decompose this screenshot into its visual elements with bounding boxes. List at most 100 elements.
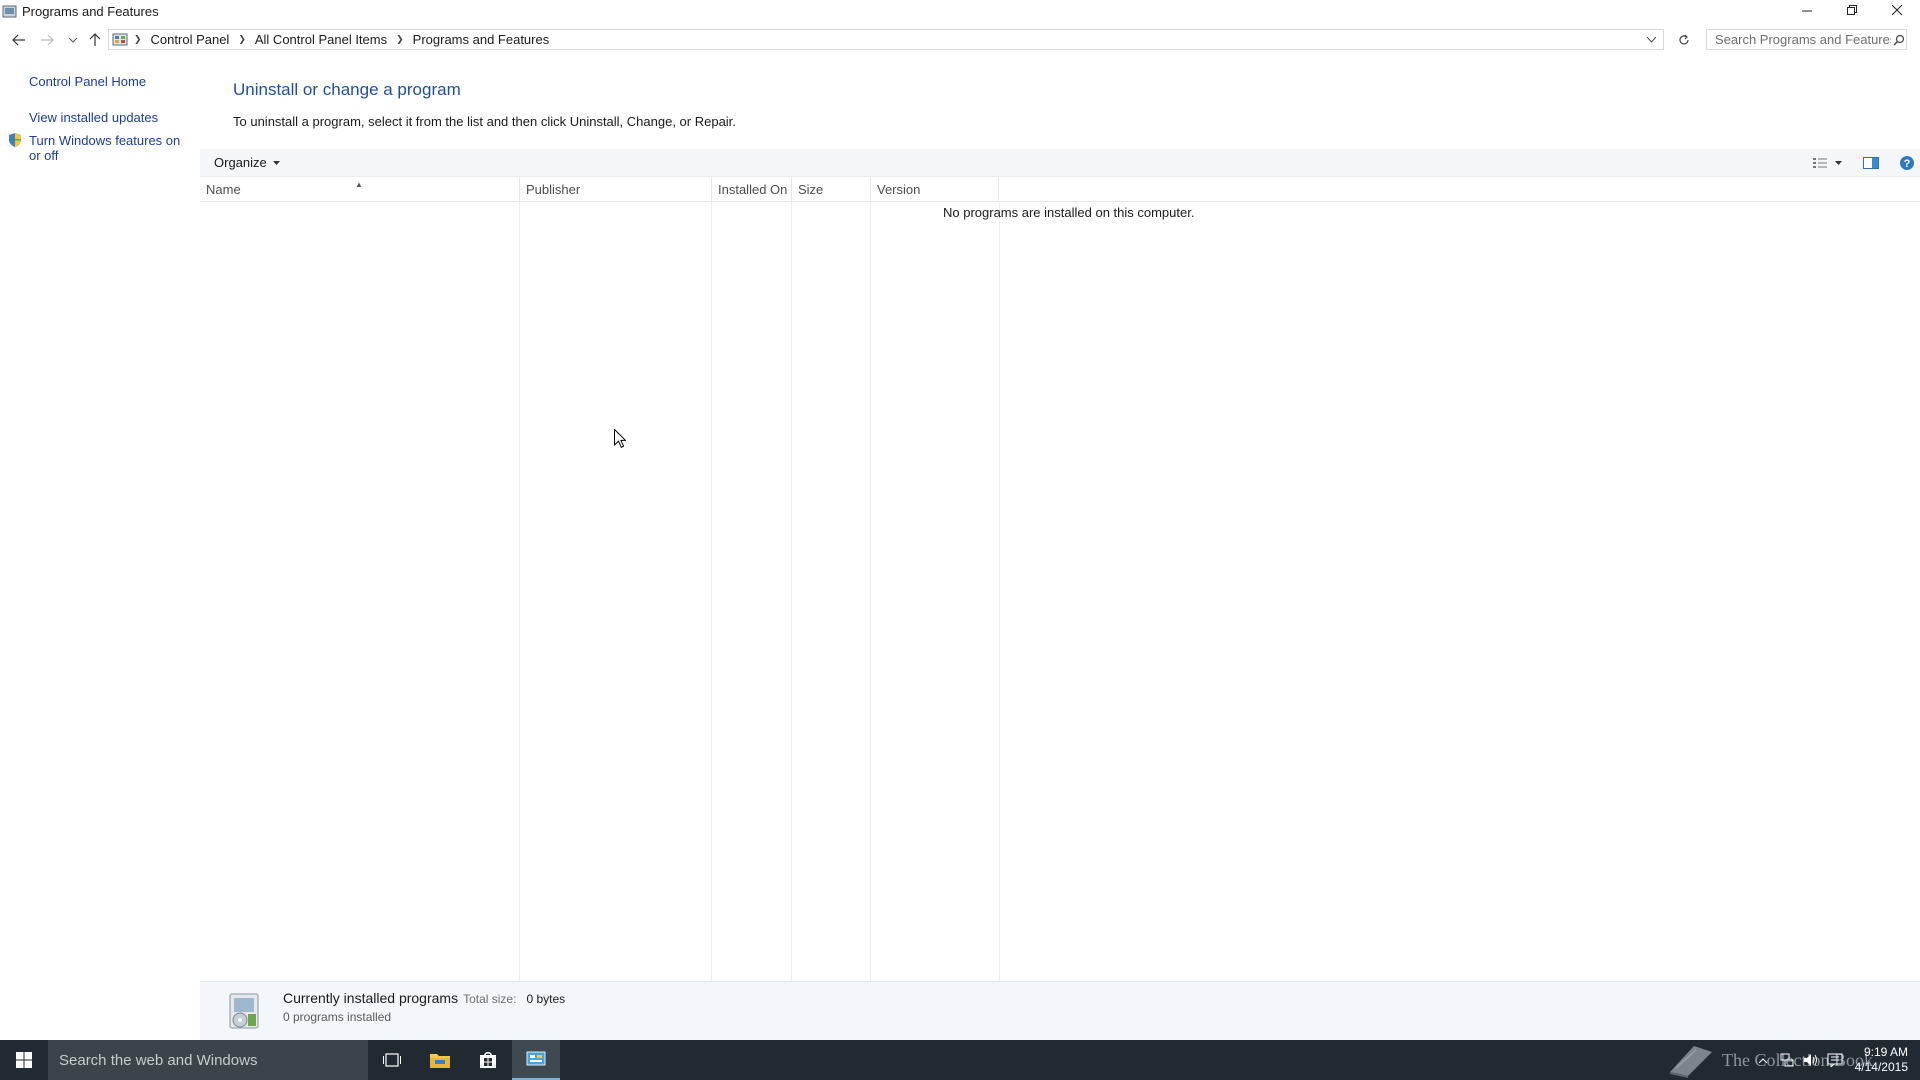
column-name-label: Name bbox=[206, 182, 241, 197]
column-header-installed-on[interactable]: Installed On bbox=[712, 177, 792, 201]
title-bar[interactable]: Programs and Features bbox=[0, 0, 1920, 22]
back-arrow-icon bbox=[12, 34, 25, 46]
column-divider bbox=[791, 201, 792, 981]
system-tray: 9:19 AM 4/14/2015 bbox=[1751, 1040, 1920, 1080]
column-version-label: Version bbox=[877, 182, 921, 197]
address-history-button[interactable] bbox=[1641, 36, 1661, 43]
preview-pane-icon bbox=[1863, 157, 1879, 169]
chevron-right-icon[interactable]: ❯ bbox=[238, 34, 246, 45]
programs-count: 0 programs installed bbox=[283, 1010, 392, 1024]
restore-button[interactable] bbox=[1830, 0, 1875, 20]
view-installed-updates-link[interactable]: View installed updates bbox=[29, 110, 158, 125]
programs-app-icon bbox=[2, 5, 17, 18]
task-view-button[interactable] bbox=[368, 1040, 416, 1080]
taskbar-clock[interactable]: 9:19 AM 4/14/2015 bbox=[1855, 1045, 1908, 1075]
control-panel-icon bbox=[112, 33, 128, 45]
windows-logo-icon bbox=[16, 1052, 32, 1068]
folder-icon bbox=[430, 1054, 450, 1068]
column-divider bbox=[711, 201, 712, 981]
restore-icon bbox=[1847, 4, 1857, 15]
mouse-cursor-icon bbox=[614, 429, 626, 448]
breadcrumb-programs-and-features[interactable]: Programs and Features bbox=[413, 32, 550, 47]
svg-text:?: ? bbox=[1904, 158, 1911, 170]
address-bar-actions bbox=[1641, 30, 1661, 49]
sort-ascending-icon: ▲ bbox=[355, 180, 363, 189]
column-divider bbox=[519, 201, 520, 981]
clock-date: 4/14/2015 bbox=[1854, 1060, 1908, 1074]
help-icon: ? bbox=[1900, 156, 1914, 170]
forward-button[interactable] bbox=[36, 28, 58, 52]
store-taskbar-button[interactable] bbox=[464, 1040, 512, 1080]
column-header-name[interactable]: ▲ Name bbox=[200, 177, 520, 201]
chevron-up-icon bbox=[1758, 1057, 1767, 1063]
taskbar-search-box[interactable]: Search the web and Windows bbox=[48, 1040, 368, 1080]
clock-time: 9:19 AM bbox=[1863, 1045, 1908, 1059]
empty-list-message: No programs are installed on this comput… bbox=[943, 205, 1195, 220]
preview-pane-button[interactable] bbox=[1860, 152, 1882, 174]
search-input[interactable] bbox=[1713, 31, 1893, 48]
column-header-version[interactable]: Version bbox=[871, 177, 999, 201]
action-center-button[interactable] bbox=[1823, 1040, 1847, 1080]
instructions-text: To uninstall a program, select it from t… bbox=[233, 114, 736, 129]
taskbar: Search the web and Windows The Collectio… bbox=[0, 1040, 1920, 1080]
caret-down-icon bbox=[272, 160, 280, 165]
control-panel-icon bbox=[526, 1051, 546, 1066]
speaker-icon bbox=[1803, 1054, 1817, 1066]
book-icon bbox=[1670, 1046, 1712, 1078]
command-toolbar: Organize ? bbox=[200, 149, 1920, 177]
caret-down-icon bbox=[1834, 161, 1842, 165]
window-title: Programs and Features bbox=[22, 3, 159, 19]
view-dropdown-button[interactable] bbox=[1832, 152, 1844, 174]
left-task-pane bbox=[0, 60, 200, 980]
search-box[interactable] bbox=[1706, 29, 1907, 50]
column-header-size[interactable]: Size bbox=[792, 177, 871, 201]
programs-and-features-window: Programs and Features ❯ Control Panel ❯ … bbox=[0, 0, 1920, 1040]
column-size-label: Size bbox=[798, 182, 824, 197]
organize-menu-button[interactable]: Organize bbox=[214, 155, 280, 170]
total-size-label: Total size: bbox=[463, 992, 517, 1006]
view-options-button[interactable] bbox=[1810, 152, 1832, 174]
help-button[interactable]: ? bbox=[1896, 152, 1918, 174]
refresh-icon bbox=[1679, 34, 1689, 45]
program-list-header: ▲ Name Publisher Installed On Size Versi… bbox=[200, 177, 1920, 202]
up-arrow-icon bbox=[89, 33, 101, 46]
organize-label: Organize bbox=[214, 155, 267, 170]
chevron-right-icon[interactable]: ❯ bbox=[134, 34, 142, 45]
details-view-icon bbox=[1813, 158, 1827, 168]
details-pane: Currently installed programs Total size: 0… bbox=[200, 981, 1920, 1040]
column-divider bbox=[870, 201, 871, 981]
start-button[interactable] bbox=[0, 1040, 48, 1080]
breadcrumb-all-items[interactable]: All Control Panel Items bbox=[255, 32, 387, 47]
column-publisher-label: Publisher bbox=[526, 182, 581, 197]
window-controls bbox=[1785, 0, 1920, 22]
column-divider bbox=[999, 201, 1000, 981]
file-explorer-taskbar-button[interactable] bbox=[416, 1040, 464, 1080]
address-bar[interactable]: ❯ Control Panel ❯ All Control Panel Item… bbox=[108, 29, 1664, 50]
recent-locations-button[interactable] bbox=[62, 28, 84, 52]
volume-button[interactable] bbox=[1799, 1040, 1823, 1080]
windows-features-link[interactable]: Turn Windows features on or off bbox=[29, 133, 189, 163]
breadcrumb-control-panel[interactable]: Control Panel bbox=[151, 32, 230, 47]
network-button[interactable] bbox=[1775, 1040, 1799, 1080]
back-button[interactable] bbox=[8, 28, 30, 52]
shield-icon bbox=[9, 133, 21, 147]
control-panel-taskbar-button[interactable] bbox=[512, 1040, 560, 1080]
network-icon bbox=[1780, 1053, 1794, 1067]
total-size-value: 0 bytes bbox=[526, 992, 566, 1006]
close-icon bbox=[1892, 4, 1903, 15]
refresh-button[interactable] bbox=[1670, 28, 1698, 52]
show-hidden-icons-button[interactable] bbox=[1751, 1040, 1775, 1080]
control-panel-home-link[interactable]: Control Panel Home bbox=[29, 74, 146, 89]
details-summary: Currently installed programs Total size: 0… bbox=[283, 990, 565, 1006]
minimize-icon bbox=[1802, 10, 1812, 11]
search-icon[interactable] bbox=[1893, 34, 1905, 46]
minimize-button[interactable] bbox=[1785, 0, 1830, 20]
toolbar-actions: ? bbox=[1806, 152, 1920, 174]
column-installed-on-label: Installed On bbox=[718, 182, 788, 197]
up-button[interactable] bbox=[84, 28, 106, 52]
forward-arrow-icon bbox=[41, 34, 54, 46]
details-title: Currently installed programs bbox=[283, 990, 459, 1006]
column-header-publisher[interactable]: Publisher bbox=[520, 177, 712, 201]
chevron-right-icon[interactable]: ❯ bbox=[396, 34, 404, 45]
close-button[interactable] bbox=[1875, 0, 1920, 20]
